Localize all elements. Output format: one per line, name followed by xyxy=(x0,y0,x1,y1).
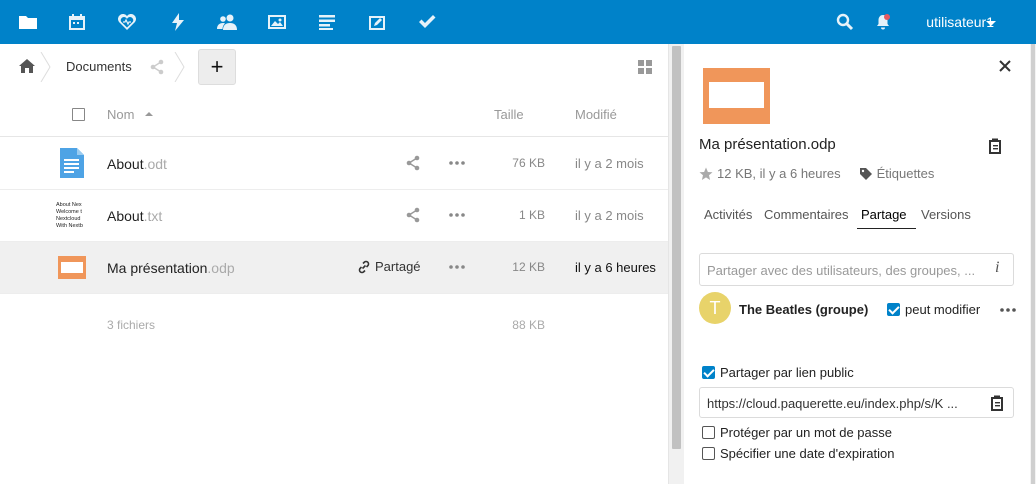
search-icon[interactable] xyxy=(833,10,857,34)
expiration-label[interactable]: Spécifier une date d'expiration xyxy=(720,446,894,461)
file-modified: il y a 2 mois xyxy=(575,156,644,171)
file-modified: il y a 2 mois xyxy=(575,208,644,223)
scrollbar-thumb[interactable] xyxy=(1031,44,1035,484)
link-icon xyxy=(358,260,370,273)
more-actions-icon[interactable] xyxy=(449,265,465,269)
breadcrumb-separator-icon xyxy=(174,52,185,82)
file-size: 76 KB xyxy=(512,156,545,170)
expiration-checkbox[interactable] xyxy=(702,447,715,460)
column-name[interactable]: Nom xyxy=(107,107,134,122)
gallery-icon[interactable] xyxy=(265,10,289,34)
breadcrumb: Documents + xyxy=(0,44,668,90)
more-actions-icon[interactable] xyxy=(1000,308,1016,312)
tab-activities[interactable]: Activités xyxy=(704,207,752,222)
column-size[interactable]: Taille xyxy=(494,107,524,122)
public-link-label[interactable]: Partager par lien public xyxy=(720,365,854,380)
share-with-input[interactable]: Partager avec des utilisateurs, des grou… xyxy=(699,253,1014,286)
tab-comments[interactable]: Commentaires xyxy=(764,207,849,222)
file-name[interactable]: Ma présentation.odp xyxy=(107,260,235,276)
file-basename: Ma présentation xyxy=(107,260,208,276)
chevron-down-icon[interactable] xyxy=(986,21,996,26)
star-icon[interactable] xyxy=(699,167,713,181)
shared-label: Partagé xyxy=(375,259,421,274)
file-summary: 3 fichiers 88 KB xyxy=(0,313,668,335)
file-size: 12 KB xyxy=(512,260,545,274)
grid-view-icon[interactable] xyxy=(638,60,652,74)
password-label[interactable]: Protéger par un mot de passe xyxy=(720,425,892,440)
file-basename: About xyxy=(107,208,144,224)
share-icon[interactable] xyxy=(405,207,421,223)
preview-line: About Nex xyxy=(56,202,82,208)
public-link-checkbox[interactable] xyxy=(702,366,715,379)
file-list: Documents + Nom Taille Modifié About.odt… xyxy=(0,44,668,484)
breadcrumb-separator-icon xyxy=(40,52,51,82)
scrollbar-thumb[interactable] xyxy=(672,46,681,449)
contacts-icon[interactable] xyxy=(215,10,239,34)
sharee-name: The Beatles (groupe) xyxy=(739,302,869,317)
file-name[interactable]: About.txt xyxy=(107,208,162,224)
table-row[interactable]: About Nex Welcome t Nextcloud With Nextb… xyxy=(0,190,668,242)
user-menu[interactable]: utilisateur1 xyxy=(926,14,994,30)
share-icon[interactable] xyxy=(149,59,165,75)
clipboard-icon[interactable] xyxy=(987,137,1003,155)
shared-indicator[interactable]: Partagé xyxy=(357,259,421,274)
share-icon[interactable] xyxy=(405,155,421,171)
info-icon[interactable]: i xyxy=(995,259,999,277)
file-size-age: 12 KB, il y a 6 heures xyxy=(717,166,841,181)
preview-line: Welcome t xyxy=(56,209,82,215)
calendar-icon[interactable] xyxy=(65,10,89,34)
total-size: 88 KB xyxy=(512,318,545,332)
file-name[interactable]: About.odt xyxy=(107,156,167,172)
column-modified[interactable]: Modifié xyxy=(575,107,617,122)
tasks-icon[interactable] xyxy=(415,10,439,34)
file-modified: il y a 6 heures xyxy=(575,260,656,275)
clipboard-icon[interactable] xyxy=(989,394,1005,412)
active-tab-indicator xyxy=(857,228,916,229)
password-checkbox[interactable] xyxy=(702,426,715,439)
file-basename: About xyxy=(107,156,144,172)
notes-icon[interactable] xyxy=(315,10,339,34)
activity-icon[interactable] xyxy=(166,10,190,34)
sidebar-file-title: Ma présentation.odp xyxy=(699,136,836,153)
breadcrumb-documents[interactable]: Documents xyxy=(66,59,132,74)
avatar: T xyxy=(699,292,731,324)
table-header: Nom Taille Modifié xyxy=(0,92,668,137)
file-size: 1 KB xyxy=(518,208,545,222)
tags-link[interactable]: Étiquettes xyxy=(877,166,935,181)
close-icon[interactable] xyxy=(998,59,1012,73)
can-edit-label[interactable]: peut modifier xyxy=(905,302,980,317)
file-list-scrollbar[interactable] xyxy=(668,44,684,484)
sort-up-icon[interactable] xyxy=(145,112,153,116)
file-extension: .odp xyxy=(207,260,235,276)
document-icon xyxy=(60,148,84,178)
table-row[interactable]: About.odt 76 KB il y a 2 mois xyxy=(0,138,668,190)
more-actions-icon[interactable] xyxy=(449,213,465,217)
file-count: 3 fichiers xyxy=(107,318,156,332)
more-actions-icon[interactable] xyxy=(449,161,465,165)
file-extension: .txt xyxy=(143,208,163,224)
home-icon[interactable] xyxy=(18,57,36,75)
sidebar-scrollbar[interactable] xyxy=(1030,44,1036,484)
top-bar: utilisateur1 xyxy=(0,0,1036,44)
select-all-checkbox[interactable] xyxy=(72,108,85,121)
details-sidebar: Ma présentation.odp 12 KB, il y a 6 heur… xyxy=(684,44,1030,484)
preview-line: With Nextb xyxy=(56,223,83,229)
tab-sharing[interactable]: Partage xyxy=(861,207,907,222)
file-extension: .odt xyxy=(143,156,167,172)
tab-versions[interactable]: Versions xyxy=(921,207,971,222)
text-preview-icon: About Nex Welcome t Nextcloud With Nextb xyxy=(56,202,90,232)
file-thumbnail xyxy=(703,68,770,124)
table-row[interactable]: Ma présentation.odp Partagé 12 KB il y a… xyxy=(0,242,668,294)
deck-icon[interactable] xyxy=(365,10,389,34)
file-meta: 12 KB, il y a 6 heures Étiquettes xyxy=(699,166,934,181)
public-link-field[interactable]: https://cloud.paquerette.eu/index.php/s/… xyxy=(699,387,1014,418)
presentation-icon xyxy=(58,256,86,279)
health-icon[interactable] xyxy=(115,10,139,34)
files-icon[interactable] xyxy=(16,10,40,34)
preview-line: Nextcloud xyxy=(56,216,81,222)
notifications-icon[interactable] xyxy=(871,10,895,34)
can-edit-checkbox[interactable] xyxy=(887,303,900,316)
tag-icon xyxy=(859,167,872,180)
new-file-button[interactable]: + xyxy=(198,49,236,85)
